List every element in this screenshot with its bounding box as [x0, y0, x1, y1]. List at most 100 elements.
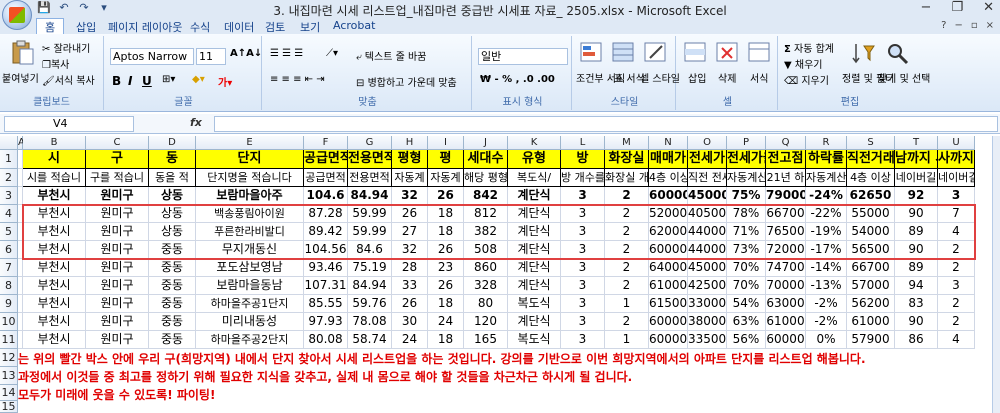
data-cell[interactable]: 56%: [727, 331, 766, 349]
cut-button[interactable]: ✂ 잘라내기: [42, 40, 90, 55]
header-cell[interactable]: 화장실: [605, 150, 649, 169]
data-cell[interactable]: 63000: [766, 295, 806, 313]
data-cell[interactable]: 78%: [727, 205, 766, 223]
data-cell[interactable]: 중동: [149, 313, 196, 331]
clear-button[interactable]: ⌫ 지우기: [784, 72, 829, 87]
data-cell[interactable]: 84.6: [348, 241, 392, 259]
data-cell[interactable]: 28: [392, 259, 428, 277]
header-cell[interactable]: 시: [23, 150, 86, 169]
header-cell[interactable]: 하락률: [806, 150, 847, 169]
data-cell[interactable]: 하마을주공2단지: [196, 331, 304, 349]
data-cell[interactable]: 90: [895, 313, 938, 331]
empty-cell[interactable]: [18, 150, 23, 169]
name-box[interactable]: V4: [4, 116, 134, 132]
ribbon-close-icon[interactable]: ×: [986, 20, 994, 31]
data-cell[interactable]: 382: [464, 223, 508, 241]
row-header-1[interactable]: 1: [0, 150, 18, 169]
empty-cell[interactable]: [18, 277, 23, 295]
data-cell[interactable]: -2%: [806, 295, 847, 313]
copy-button[interactable]: ❐복사: [42, 56, 69, 71]
font-grow-icon[interactable]: A↑A↓: [230, 48, 262, 59]
column-header-i[interactable]: I: [428, 136, 464, 150]
row-header-7[interactable]: 7: [0, 259, 18, 277]
underline-button[interactable]: U: [142, 74, 152, 88]
data-cell[interactable]: 86: [895, 331, 938, 349]
header-cell[interactable]: 평형: [392, 150, 428, 169]
restore-button[interactable]: ❐: [951, 0, 963, 15]
tab-acrobat[interactable]: Acrobat: [333, 19, 375, 32]
number-format-combo[interactable]: 일반: [478, 48, 568, 65]
orientation-icon[interactable]: ⟋▾: [326, 48, 338, 59]
column-header-o[interactable]: O: [688, 136, 727, 150]
data-cell[interactable]: 부천시: [23, 331, 86, 349]
row-header-6[interactable]: 6: [0, 241, 18, 259]
header-cell[interactable]: 직전거래가: [847, 150, 895, 169]
data-cell[interactable]: 원미구: [86, 223, 149, 241]
tab-view[interactable]: 보기: [300, 19, 320, 35]
subheader-cell[interactable]: 방 개수를: [561, 169, 605, 187]
data-cell[interactable]: 45000: [688, 187, 727, 205]
subheader-cell[interactable]: 공급면적: [304, 169, 348, 187]
insert-button[interactable]: 삽입: [688, 70, 706, 85]
data-cell[interactable]: 3: [561, 241, 605, 259]
data-cell[interactable]: 3: [938, 187, 975, 205]
subheader-cell[interactable]: 4층 이상: [649, 169, 688, 187]
data-cell[interactable]: 64000: [649, 259, 688, 277]
header-cell[interactable]: 전세가율: [727, 150, 766, 169]
subheader-cell[interactable]: 자동계: [392, 169, 428, 187]
data-cell[interactable]: 하마을주공1단지: [196, 295, 304, 313]
data-cell[interactable]: 89.42: [304, 223, 348, 241]
data-cell[interactable]: 61000: [649, 277, 688, 295]
data-cell[interactable]: 부천시: [23, 241, 86, 259]
subheader-cell[interactable]: 시를 적습니: [23, 169, 86, 187]
data-cell[interactable]: 328: [464, 277, 508, 295]
vertical-scrollbar[interactable]: [992, 136, 1000, 413]
data-cell[interactable]: 보람마을동남: [196, 277, 304, 295]
data-cell[interactable]: -24%: [806, 187, 847, 205]
data-cell[interactable]: 45000: [688, 259, 727, 277]
data-cell[interactable]: 푸른한라비발디: [196, 223, 304, 241]
header-cell[interactable]: 사까지 시: [938, 150, 975, 169]
row-header-13[interactable]: 13: [0, 367, 18, 385]
data-cell[interactable]: 1: [605, 331, 649, 349]
column-header-k[interactable]: K: [508, 136, 561, 150]
data-cell[interactable]: 860: [464, 259, 508, 277]
data-cell[interactable]: 부천시: [23, 223, 86, 241]
format-painter-button[interactable]: 🖌서식 복사: [42, 72, 95, 87]
subheader-cell[interactable]: 4층 이상: [847, 169, 895, 187]
data-cell[interactable]: 63%: [727, 313, 766, 331]
data-cell[interactable]: 60000: [649, 331, 688, 349]
data-cell[interactable]: 54%: [727, 295, 766, 313]
data-cell[interactable]: 26: [428, 241, 464, 259]
subheader-cell[interactable]: 해당 평형: [464, 169, 508, 187]
data-cell[interactable]: 60000: [649, 241, 688, 259]
column-header-j[interactable]: J: [464, 136, 508, 150]
delete-button[interactable]: 삭제: [718, 70, 736, 85]
row-header-9[interactable]: 9: [0, 295, 18, 313]
tab-data[interactable]: 데이터: [224, 19, 254, 35]
data-cell[interactable]: 원미구: [86, 205, 149, 223]
data-cell[interactable]: 33000: [688, 295, 727, 313]
row-header-11[interactable]: 11: [0, 331, 18, 349]
data-cell[interactable]: 무지개동신: [196, 241, 304, 259]
subheader-cell[interactable]: 자동계: [428, 169, 464, 187]
data-cell[interactable]: 33: [392, 277, 428, 295]
data-cell[interactable]: 부천시: [23, 187, 86, 205]
column-header-g[interactable]: G: [348, 136, 392, 150]
cell-style-button[interactable]: 셀 스타일: [640, 70, 680, 85]
data-cell[interactable]: 32: [392, 241, 428, 259]
subheader-cell[interactable]: 전용면적: [348, 169, 392, 187]
font-color-icon[interactable]: 가▾: [218, 74, 232, 89]
data-cell[interactable]: 57000: [847, 277, 895, 295]
data-cell[interactable]: 90: [895, 205, 938, 223]
data-cell[interactable]: 107.31: [304, 277, 348, 295]
data-cell[interactable]: 계단식: [508, 313, 561, 331]
data-cell[interactable]: 75%: [727, 187, 766, 205]
column-header-b[interactable]: B: [23, 136, 86, 150]
format-cells-icon[interactable]: [746, 40, 774, 66]
data-cell[interactable]: 120: [464, 313, 508, 331]
data-cell[interactable]: 3: [561, 187, 605, 205]
data-cell[interactable]: 복도식: [508, 295, 561, 313]
subheader-cell[interactable]: 단지명을 적습니다: [196, 169, 304, 187]
cell-style-icon[interactable]: [642, 40, 670, 66]
